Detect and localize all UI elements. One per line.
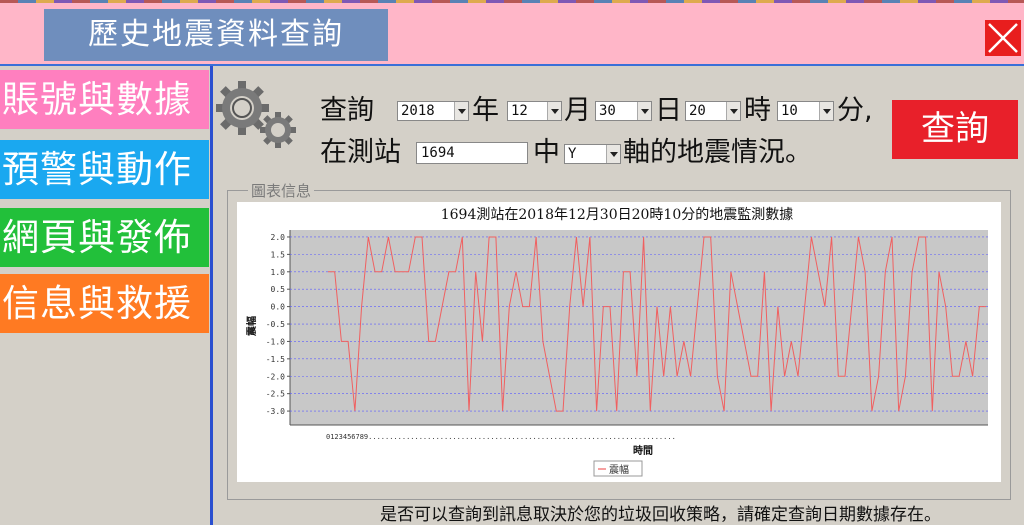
station-input[interactable]: 1694 (416, 142, 528, 164)
sidebar-item-web-publish[interactable]: 網頁與發佈 (0, 208, 209, 267)
y-tick-label: -0.5 (266, 320, 285, 329)
chevron-down-icon (726, 102, 740, 120)
month-select[interactable]: 12 (507, 101, 562, 121)
sidebar-item-info-rescue[interactable]: 信息與救援 (0, 274, 209, 333)
x-axis-label: 時間 (633, 444, 653, 457)
y-tick-label: 0.0 (271, 303, 286, 312)
year-value: 2018 (401, 103, 435, 119)
hour-value: 20 (689, 103, 706, 119)
minute-select[interactable]: 10 (777, 101, 834, 121)
chevron-down-icon (547, 102, 561, 120)
panel-legend: 圖表信息 (248, 182, 315, 200)
axis-select[interactable]: Y (564, 144, 621, 164)
year-select[interactable]: 2018 (397, 101, 469, 121)
y-tick-label: 0.5 (271, 285, 286, 294)
sidebar-divider (210, 66, 213, 525)
axis-prefix-label: 中 (533, 137, 560, 168)
query-button[interactable]: 查詢 (892, 100, 1018, 159)
y-tick-label: -1.5 (266, 355, 285, 364)
hour-unit-label: 時 (744, 95, 771, 126)
minute-unit-label: 分, (837, 95, 873, 126)
close-icon (988, 23, 1018, 53)
chevron-down-icon (454, 102, 468, 120)
day-value: 30 (599, 103, 616, 119)
day-select[interactable]: 30 (595, 101, 652, 121)
y-tick-label: 1.5 (271, 250, 286, 259)
axis-value: Y (568, 146, 577, 162)
hour-select[interactable]: 20 (685, 101, 741, 121)
x-axis-ticks: 0123456789..............................… (326, 433, 676, 441)
minute-value: 10 (781, 103, 798, 119)
y-tick-label: -1.0 (266, 337, 285, 346)
chevron-down-icon (819, 102, 833, 120)
year-unit-label: 年 (472, 95, 499, 126)
y-tick-label: 1.0 (271, 268, 286, 277)
chevron-down-icon (606, 145, 620, 163)
query-suffix-label: 軸的地震情況。 (623, 137, 812, 168)
plot-area: 2.0 1.5 1.0 0.5 0.0 -0.5 -1.0 -1.5 -2.0 -2.5 -3.0 (266, 230, 988, 426)
y-tick-label: 2.0 (271, 233, 286, 242)
sidebar-item-warning-action[interactable]: 預警與動作 (0, 140, 209, 199)
chart-title: 1694測站在2018年12月30日20時10分的地震監測數據 (441, 206, 794, 223)
legend-label: 震幅 (609, 463, 629, 476)
y-tick-label: -2.5 (266, 390, 285, 399)
month-value: 12 (511, 103, 528, 119)
y-tick-label: -2.0 (266, 372, 285, 381)
title-bar: 歷史地震資料查詢 (0, 3, 1024, 64)
month-unit-label: 月 (564, 95, 591, 126)
sidebar-item-account-data[interactable]: 賬號與數據 (0, 70, 209, 129)
chevron-down-icon (637, 102, 651, 120)
seismic-line-chart: 1694測站在2018年12月30日20時10分的地震監測數據 2.0 1.5 1.… (245, 206, 988, 477)
y-tick-label: -3.0 (266, 407, 285, 416)
day-unit-label: 日 (655, 95, 682, 126)
query-prefix-label: 查詢 (320, 95, 374, 126)
close-button[interactable] (985, 20, 1021, 56)
chart-legend: 震幅 (593, 460, 643, 477)
gears-icon (216, 81, 296, 148)
footnote-text: 是否可以查詢到訊息取決於您的垃圾回收策略，請確定查詢日期數據存在。 (380, 505, 941, 525)
y-axis-label: 震幅 (245, 316, 258, 336)
window-title: 歷史地震資料查詢 (44, 9, 388, 61)
station-prefix-label: 在測站 (320, 137, 401, 168)
